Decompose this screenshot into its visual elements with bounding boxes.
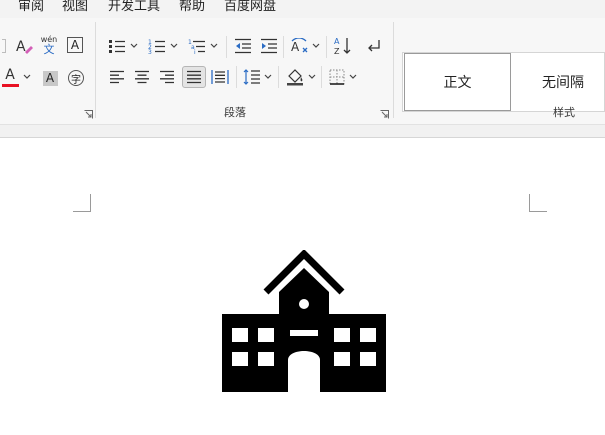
character-shading-button[interactable]: A bbox=[40, 68, 60, 88]
margin-crop-mark-left bbox=[73, 194, 91, 212]
align-left-icon bbox=[110, 70, 124, 84]
group-separator bbox=[95, 22, 96, 118]
chevron-down-icon bbox=[170, 43, 178, 48]
enclose-characters-button[interactable]: 字 bbox=[65, 67, 87, 89]
multilevel-list-button[interactable]: 1 a i bbox=[186, 36, 208, 56]
distributed-align-icon bbox=[211, 70, 229, 84]
svg-text:A: A bbox=[291, 40, 300, 54]
document-page[interactable] bbox=[0, 138, 605, 435]
font-color-letter: A bbox=[5, 66, 15, 83]
enclose-characters-icon: 字 bbox=[68, 70, 84, 86]
style-no-spacing[interactable]: 无间隔 bbox=[513, 53, 605, 111]
distributed-align-button[interactable] bbox=[209, 67, 231, 87]
style-normal[interactable]: 正文 bbox=[404, 53, 511, 111]
styles-group-label: 样式 bbox=[553, 106, 575, 119]
chevron-down-icon bbox=[130, 43, 138, 48]
svg-text:i: i bbox=[194, 49, 196, 54]
button-separator bbox=[278, 66, 279, 88]
sort-button[interactable]: A Z bbox=[332, 35, 354, 57]
svg-text:A: A bbox=[334, 37, 340, 46]
menu-help[interactable]: 帮助 bbox=[179, 0, 205, 15]
character-border-button[interactable]: A bbox=[65, 35, 85, 55]
align-left-button[interactable] bbox=[106, 67, 128, 87]
show-paragraph-marks-button[interactable] bbox=[362, 36, 384, 56]
decrease-indent-button[interactable] bbox=[232, 36, 254, 56]
font-dialog-launcher-icon[interactable] bbox=[84, 110, 93, 119]
control-edge bbox=[2, 39, 6, 53]
increase-indent-icon bbox=[261, 38, 277, 54]
line-spacing-button[interactable] bbox=[241, 67, 263, 87]
line-spacing-icon bbox=[243, 69, 260, 85]
chevron-down-icon bbox=[264, 74, 272, 79]
align-center-button[interactable] bbox=[131, 67, 153, 87]
character-shading-icon: A bbox=[42, 70, 58, 86]
phonetic-char: 文 bbox=[43, 42, 55, 56]
numbering-dropdown[interactable] bbox=[169, 40, 179, 52]
borders-dropdown[interactable] bbox=[348, 71, 358, 83]
button-separator bbox=[326, 36, 327, 58]
borders-icon bbox=[329, 69, 345, 85]
asian-layout-button[interactable]: A bbox=[288, 36, 310, 56]
menu-review[interactable]: 审阅 bbox=[18, 0, 44, 15]
styles-gallery: 正文 无间隔 bbox=[402, 52, 605, 112]
button-separator bbox=[321, 66, 322, 88]
bullets-button[interactable] bbox=[106, 36, 128, 56]
line-spacing-dropdown[interactable] bbox=[263, 71, 273, 83]
menu-view[interactable]: 视图 bbox=[62, 0, 88, 15]
font-color-button[interactable]: A bbox=[0, 66, 20, 88]
menu-bar: 审阅 视图 开发工具 帮助 百度网盘 bbox=[0, 0, 605, 18]
numbering-button[interactable]: 1 2 3 bbox=[146, 36, 168, 56]
shading-button[interactable] bbox=[284, 66, 306, 88]
asian-layout-icon: A bbox=[291, 38, 308, 54]
button-separator bbox=[236, 66, 237, 88]
ribbon-bottom-border bbox=[0, 124, 605, 138]
clear-formatting-icon: A bbox=[16, 39, 33, 55]
paragraph-dialog-launcher-icon[interactable] bbox=[380, 110, 389, 119]
button-separator bbox=[226, 36, 227, 58]
sort-icon: A Z bbox=[334, 37, 351, 56]
clear-formatting-button[interactable]: A bbox=[13, 35, 35, 57]
ribbon: A wén 文 A A A 字 1 2 3 1 a i A A Z 段落 正文 … bbox=[0, 18, 605, 124]
chevron-down-icon bbox=[23, 74, 31, 79]
bullets-dropdown[interactable] bbox=[129, 40, 139, 52]
phonetic-guide-button[interactable]: wén 文 bbox=[38, 34, 60, 56]
school-building-icon[interactable] bbox=[222, 250, 386, 392]
svg-text:Z: Z bbox=[334, 47, 340, 56]
shading-dropdown[interactable] bbox=[307, 71, 317, 83]
paint-bucket-icon bbox=[287, 69, 303, 86]
paragraph-mark-icon bbox=[368, 40, 380, 52]
svg-text:A: A bbox=[16, 39, 26, 55]
chevron-down-icon bbox=[312, 43, 320, 48]
asian-layout-dropdown[interactable] bbox=[311, 40, 321, 52]
chevron-down-icon bbox=[349, 74, 357, 79]
group-separator bbox=[393, 22, 394, 118]
justify-icon bbox=[187, 70, 201, 84]
font-color-dropdown[interactable] bbox=[22, 70, 32, 84]
bullets-icon bbox=[109, 40, 125, 53]
decrease-indent-icon bbox=[235, 38, 251, 54]
chevron-down-icon bbox=[308, 74, 316, 79]
menu-developer[interactable]: 开发工具 bbox=[108, 0, 160, 15]
font-size-control-edge[interactable] bbox=[0, 37, 8, 55]
font-color-swatch bbox=[1, 83, 19, 87]
paragraph-group-label: 段落 bbox=[224, 106, 246, 119]
numbering-icon: 1 2 3 bbox=[148, 39, 165, 54]
multilevel-list-dropdown[interactable] bbox=[209, 40, 219, 52]
align-center-icon bbox=[135, 70, 149, 84]
chevron-down-icon bbox=[210, 43, 218, 48]
character-border-icon: A bbox=[67, 37, 83, 53]
svg-text:3: 3 bbox=[148, 49, 152, 54]
multilevel-list-icon: 1 a i bbox=[188, 39, 205, 54]
align-right-icon bbox=[160, 70, 174, 84]
margin-crop-mark-right bbox=[529, 194, 547, 212]
justify-button[interactable] bbox=[182, 66, 206, 88]
button-separator bbox=[283, 36, 284, 58]
increase-indent-button[interactable] bbox=[258, 36, 280, 56]
align-right-button[interactable] bbox=[156, 67, 178, 87]
menu-baidu-netdisk[interactable]: 百度网盘 bbox=[224, 0, 276, 15]
borders-button[interactable] bbox=[326, 67, 348, 87]
